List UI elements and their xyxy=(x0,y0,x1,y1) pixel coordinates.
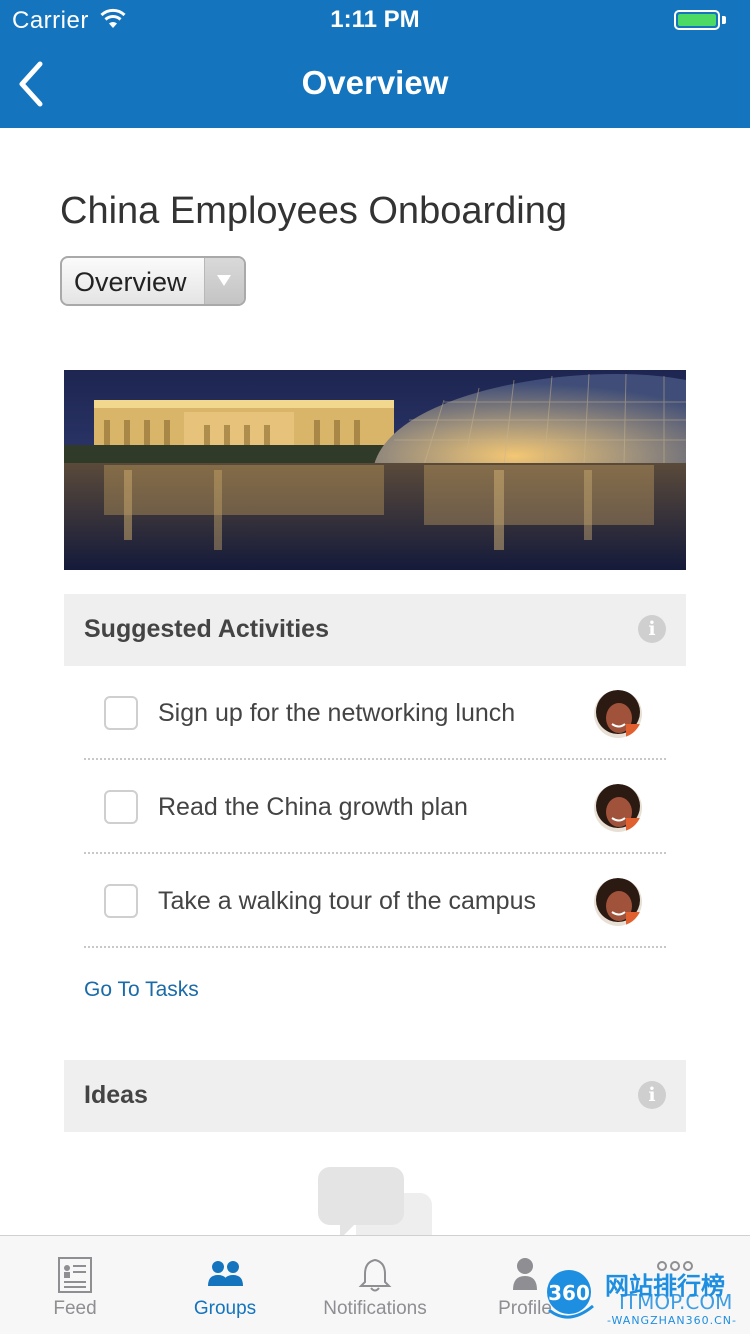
activity-row: Read the China growth plan xyxy=(84,760,666,854)
avatar[interactable] xyxy=(594,784,642,832)
speech-bubbles-icon xyxy=(318,1167,432,1235)
go-to-tasks-link[interactable]: Go To Tasks xyxy=(84,978,199,1002)
bell-icon xyxy=(358,1258,392,1292)
activity-label: Sign up for the networking lunch xyxy=(158,699,516,727)
ideas-header: Ideas i xyxy=(64,1060,686,1132)
avatar[interactable] xyxy=(594,690,642,738)
suggested-activities-title: Suggested Activities xyxy=(84,615,329,643)
page-select-dropdown[interactable]: Overview xyxy=(60,256,246,306)
watermark-overlay: ITMOP.COM xyxy=(619,1290,732,1314)
activity-checkbox[interactable] xyxy=(104,884,138,918)
watermark-badge: 360 xyxy=(548,1281,590,1305)
page-select-value: Overview xyxy=(74,267,187,297)
tab-label: Groups xyxy=(193,1298,257,1319)
activity-row: Sign up for the networking lunch xyxy=(84,666,666,760)
activity-label: Read the China growth plan xyxy=(158,793,468,821)
groups-icon xyxy=(208,1261,243,1286)
activity-checkbox[interactable] xyxy=(104,696,138,730)
suggested-activities-header: Suggested Activities i xyxy=(64,594,686,666)
tab-label: Notifications xyxy=(323,1298,427,1319)
nav-bar: Overview xyxy=(0,40,750,128)
clock: 1:11 PM xyxy=(330,6,420,33)
tab-label: Feed xyxy=(53,1298,97,1319)
top-bar: Carrier 1:11 PM Overview xyxy=(0,0,750,128)
tab-notifications[interactable]: Notifications xyxy=(300,1236,450,1334)
page-title: Overview xyxy=(301,64,449,101)
activity-row: Take a walking tour of the campus xyxy=(84,854,666,948)
feed-icon xyxy=(58,1257,92,1293)
ideas-title: Ideas xyxy=(84,1081,148,1109)
battery-icon xyxy=(674,10,720,30)
profile-icon xyxy=(513,1258,537,1290)
watermark-subtitle: -WANGZHAN360.CN- xyxy=(607,1314,737,1327)
watermark-logo: 360 网站排行榜 ITMOP.COM -WANGZHAN360.CN- xyxy=(547,1270,737,1327)
activity-checkbox[interactable] xyxy=(104,790,138,824)
dropdown-arrow-icon xyxy=(204,258,244,304)
status-bar: Carrier 1:11 PM xyxy=(0,0,750,40)
activity-label: Take a walking tour of the campus xyxy=(158,887,536,915)
avatar[interactable] xyxy=(594,878,642,926)
tab-groups[interactable]: Groups xyxy=(150,1236,300,1334)
info-icon[interactable]: i xyxy=(638,615,666,643)
info-icon[interactable]: i xyxy=(638,1081,666,1109)
banner-image xyxy=(64,370,686,570)
group-title: China Employees Onboarding xyxy=(60,190,567,232)
tab-feed[interactable]: Feed xyxy=(0,1236,150,1334)
